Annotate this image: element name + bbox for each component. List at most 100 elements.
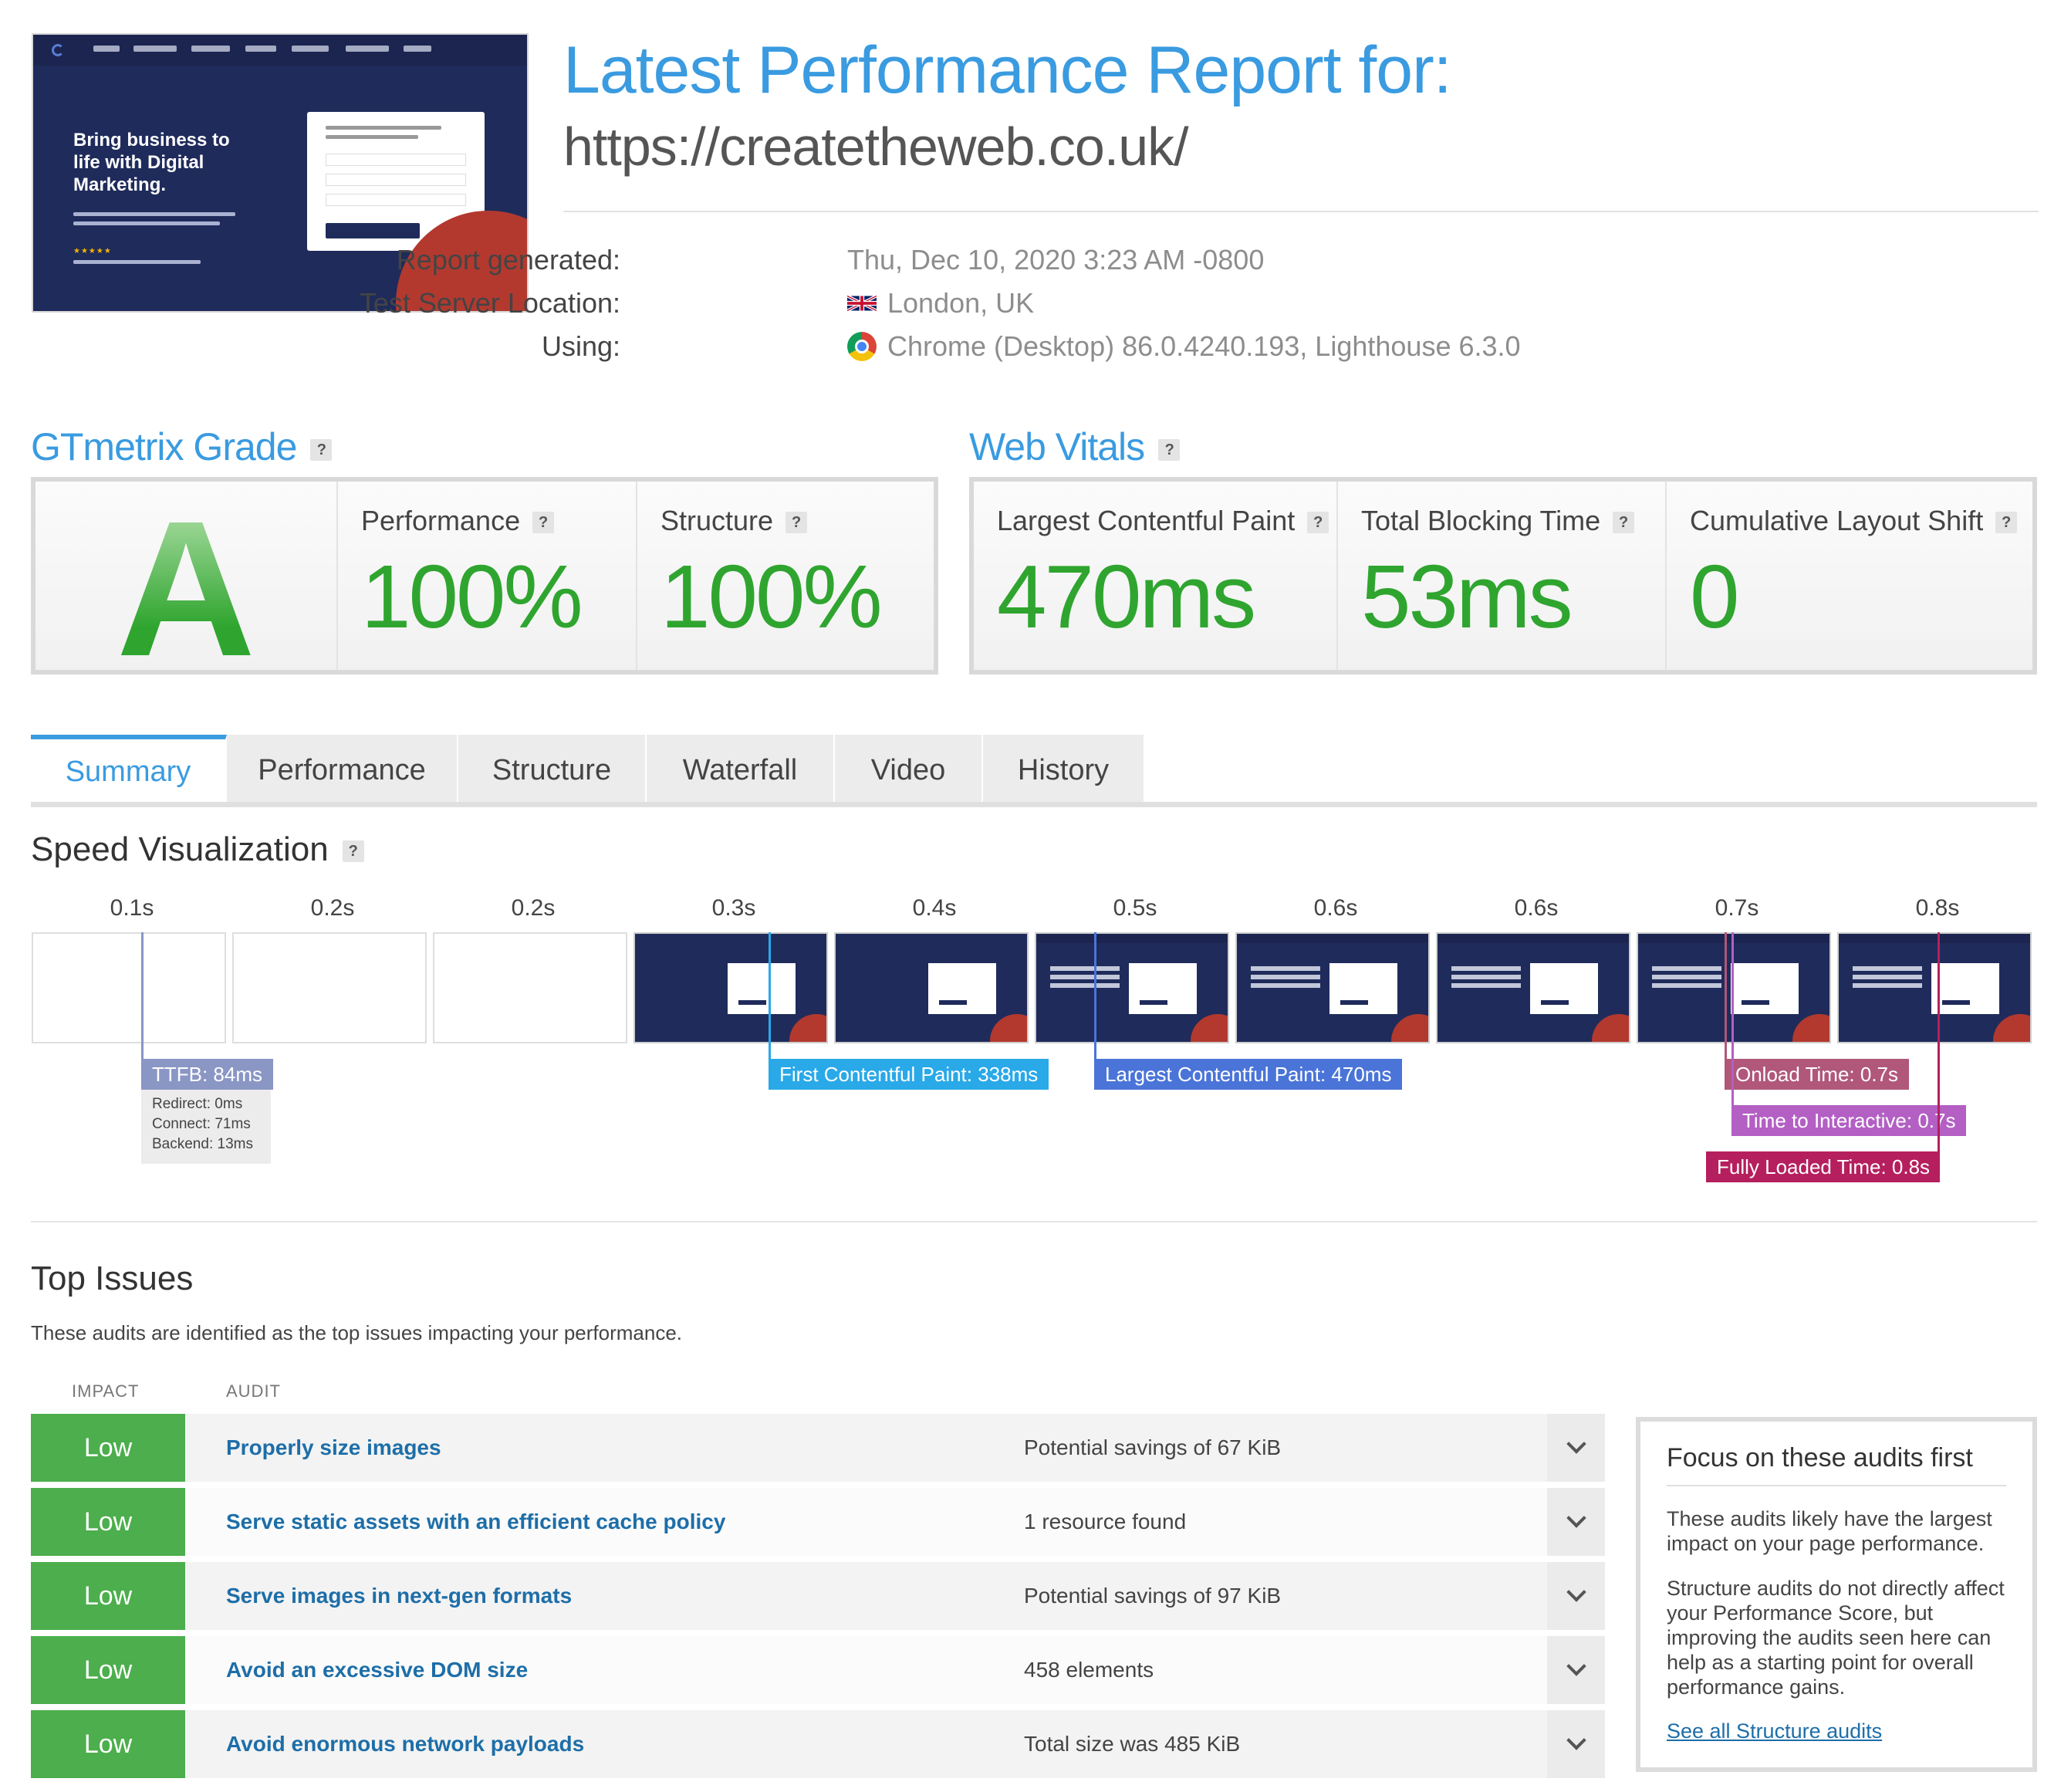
tti-tag[interactable]: Time to Interactive: 0.7s	[1731, 1105, 1967, 1136]
speed-visualization-title: Speed Visualization	[31, 830, 329, 868]
tab-waterfall[interactable]: Waterfall	[647, 735, 835, 803]
impact-badge: Low	[31, 1562, 185, 1630]
filmstrip-frame[interactable]	[1436, 932, 1630, 1043]
tab-performance[interactable]: Performance	[227, 735, 458, 803]
help-icon[interactable]: ?	[310, 438, 333, 461]
table-row[interactable]: Low Avoid an excessive DOM size 458 elem…	[31, 1636, 1605, 1704]
audit-name[interactable]: Serve images in next-gen formats	[226, 1562, 572, 1630]
audit-name[interactable]: Properly size images	[226, 1414, 441, 1482]
filmstrip-frame[interactable]	[834, 932, 1029, 1043]
table-row[interactable]: Low Properly size images Potential savin…	[31, 1414, 1605, 1482]
help-icon[interactable]: ?	[1613, 512, 1635, 534]
audit-detail: Total size was 485 KiB	[1024, 1732, 1241, 1756]
filmstrip-frame[interactable]	[1035, 932, 1229, 1043]
frame-time-2: 0.2s	[310, 895, 355, 921]
tab-summary[interactable]: Summary	[31, 735, 227, 803]
grade-letter: A	[35, 492, 336, 685]
help-icon[interactable]: ?	[532, 512, 555, 534]
lcp-label-wrap: Largest Contentful Paint?	[997, 505, 1329, 537]
help-icon[interactable]: ?	[785, 512, 808, 534]
audit-name[interactable]: Avoid enormous network payloads	[226, 1710, 584, 1778]
report-url[interactable]: https://createtheweb.co.uk/	[563, 116, 1189, 178]
using-text: Chrome (Desktop) 86.0.4240.193, Lighthou…	[887, 330, 1521, 362]
frame-time-9: 0.7s	[1715, 895, 1759, 921]
frame-time-7: 0.6s	[1313, 895, 1358, 921]
frame-time-8: 0.6s	[1514, 895, 1559, 921]
test-location-label: Test Server Location:	[359, 287, 620, 319]
report-generated-row: Report generated: Thu, Dec 10, 2020 3:23…	[397, 244, 2029, 284]
table-row[interactable]: Low Serve images in next-gen formats Pot…	[31, 1562, 1605, 1630]
structure-score: 100%	[660, 546, 883, 647]
lcp-tag[interactable]: Largest Contentful Paint: 470ms	[1094, 1059, 1403, 1090]
audit-detail: Potential savings of 67 KiB	[1024, 1435, 1282, 1459]
report-generated-value: Thu, Dec 10, 2020 3:23 AM -0800	[847, 244, 1265, 276]
gtmetrix-grade-title: GTmetrix Grade	[31, 425, 297, 468]
chevron-down-icon[interactable]	[1547, 1414, 1605, 1482]
speed-visualization-heading: Speed Visualization?	[31, 830, 364, 869]
cls-label-wrap: Cumulative Layout Shift?	[1690, 505, 2018, 537]
fcp-marker-line	[769, 932, 771, 1059]
chevron-down-icon[interactable]	[1547, 1562, 1605, 1630]
chrome-icon	[847, 332, 877, 361]
report-generated-label: Report generated:	[396, 244, 620, 276]
test-location-value: London, UK	[847, 287, 1034, 320]
using-value: Chrome (Desktop) 86.0.4240.193, Lighthou…	[847, 330, 1521, 363]
filmstrip-frame[interactable]	[1837, 932, 2032, 1043]
tab-video[interactable]: Video	[835, 735, 983, 803]
impact-badge: Low	[31, 1636, 185, 1704]
see-all-structure-audits-link[interactable]: See all Structure audits	[1667, 1719, 1882, 1743]
audit-name[interactable]: Serve static assets with an efficient ca…	[226, 1488, 725, 1556]
tbt-label-wrap: Total Blocking Time?	[1361, 505, 1635, 537]
performance-label-wrap: Performance?	[361, 505, 555, 537]
tabs-underline	[31, 802, 2037, 807]
frame-time-6: 0.5s	[1113, 895, 1157, 921]
chevron-down-icon[interactable]	[1547, 1488, 1605, 1556]
fcp-tag[interactable]: First Contentful Paint: 338ms	[769, 1059, 1049, 1090]
performance-cell: Performance? 100%	[338, 482, 637, 670]
frame-time-10: 0.8s	[1915, 895, 1960, 921]
ttfb-breakdown: Redirect: 0ms Connect: 71ms Backend: 13m…	[141, 1090, 271, 1164]
filmstrip-frame[interactable]	[1637, 932, 1831, 1043]
using-label: Using:	[541, 330, 620, 362]
tbt-label: Total Blocking Time	[1361, 505, 1601, 536]
chevron-down-icon[interactable]	[1547, 1636, 1605, 1704]
tti-marker-line	[1731, 932, 1734, 1105]
focus-panel-divider	[1667, 1485, 2006, 1486]
filmstrip-frame[interactable]	[232, 932, 427, 1043]
top-issues-title: Top Issues	[31, 1259, 194, 1297]
help-icon[interactable]: ?	[1995, 512, 2018, 534]
lcp-value: 470ms	[997, 546, 1256, 647]
audit-detail: 458 elements	[1024, 1658, 1154, 1682]
help-icon[interactable]: ?	[342, 840, 364, 863]
test-location-row: Test Server Location: London, UK	[360, 287, 2029, 327]
thumbnail-nav	[33, 35, 527, 66]
filmstrip-frame[interactable]	[433, 932, 627, 1043]
table-row[interactable]: Low Serve static assets with an efficien…	[31, 1488, 1605, 1556]
help-icon[interactable]: ?	[1307, 512, 1329, 534]
chevron-down-icon[interactable]	[1547, 1710, 1605, 1778]
onload-marker-line	[1725, 932, 1727, 1059]
help-icon[interactable]: ?	[1158, 438, 1181, 461]
audit-name[interactable]: Avoid an excessive DOM size	[226, 1636, 528, 1704]
cls-cell: Cumulative Layout Shift? 0	[1667, 482, 2032, 670]
lcp-marker-line	[1094, 932, 1096, 1059]
tab-history[interactable]: History	[983, 735, 1145, 803]
filmstrip-frame[interactable]	[1235, 932, 1430, 1043]
tab-structure[interactable]: Structure	[458, 735, 647, 803]
fully-loaded-marker-line	[1938, 932, 1940, 1151]
section-divider	[31, 1221, 2037, 1222]
audit-detail: Potential savings of 97 KiB	[1024, 1584, 1282, 1608]
thumbnail-headline: Bring business to life with Digital Mark…	[73, 130, 230, 195]
performance-score: 100%	[361, 546, 583, 647]
ttfb-tag[interactable]: TTFB: 84ms	[141, 1059, 274, 1090]
grade-cell: A	[35, 482, 338, 685]
thumbnail-stars-icon: ★★★★★	[73, 247, 112, 255]
web-vitals-title: Web Vitals	[969, 425, 1145, 468]
table-row[interactable]: Low Avoid enormous network payloads Tota…	[31, 1710, 1605, 1778]
fully-loaded-tag[interactable]: Fully Loaded Time: 0.8s	[1706, 1151, 1940, 1182]
filmstrip-frame[interactable]	[32, 932, 226, 1043]
report-tabs: Summary Performance Structure Waterfall …	[31, 735, 1145, 806]
ttfb-connect: Connect: 71ms	[152, 1116, 251, 1132]
filmstrip-frame[interactable]	[633, 932, 828, 1043]
onload-tag[interactable]: Onload Time: 0.7s	[1725, 1059, 1909, 1090]
